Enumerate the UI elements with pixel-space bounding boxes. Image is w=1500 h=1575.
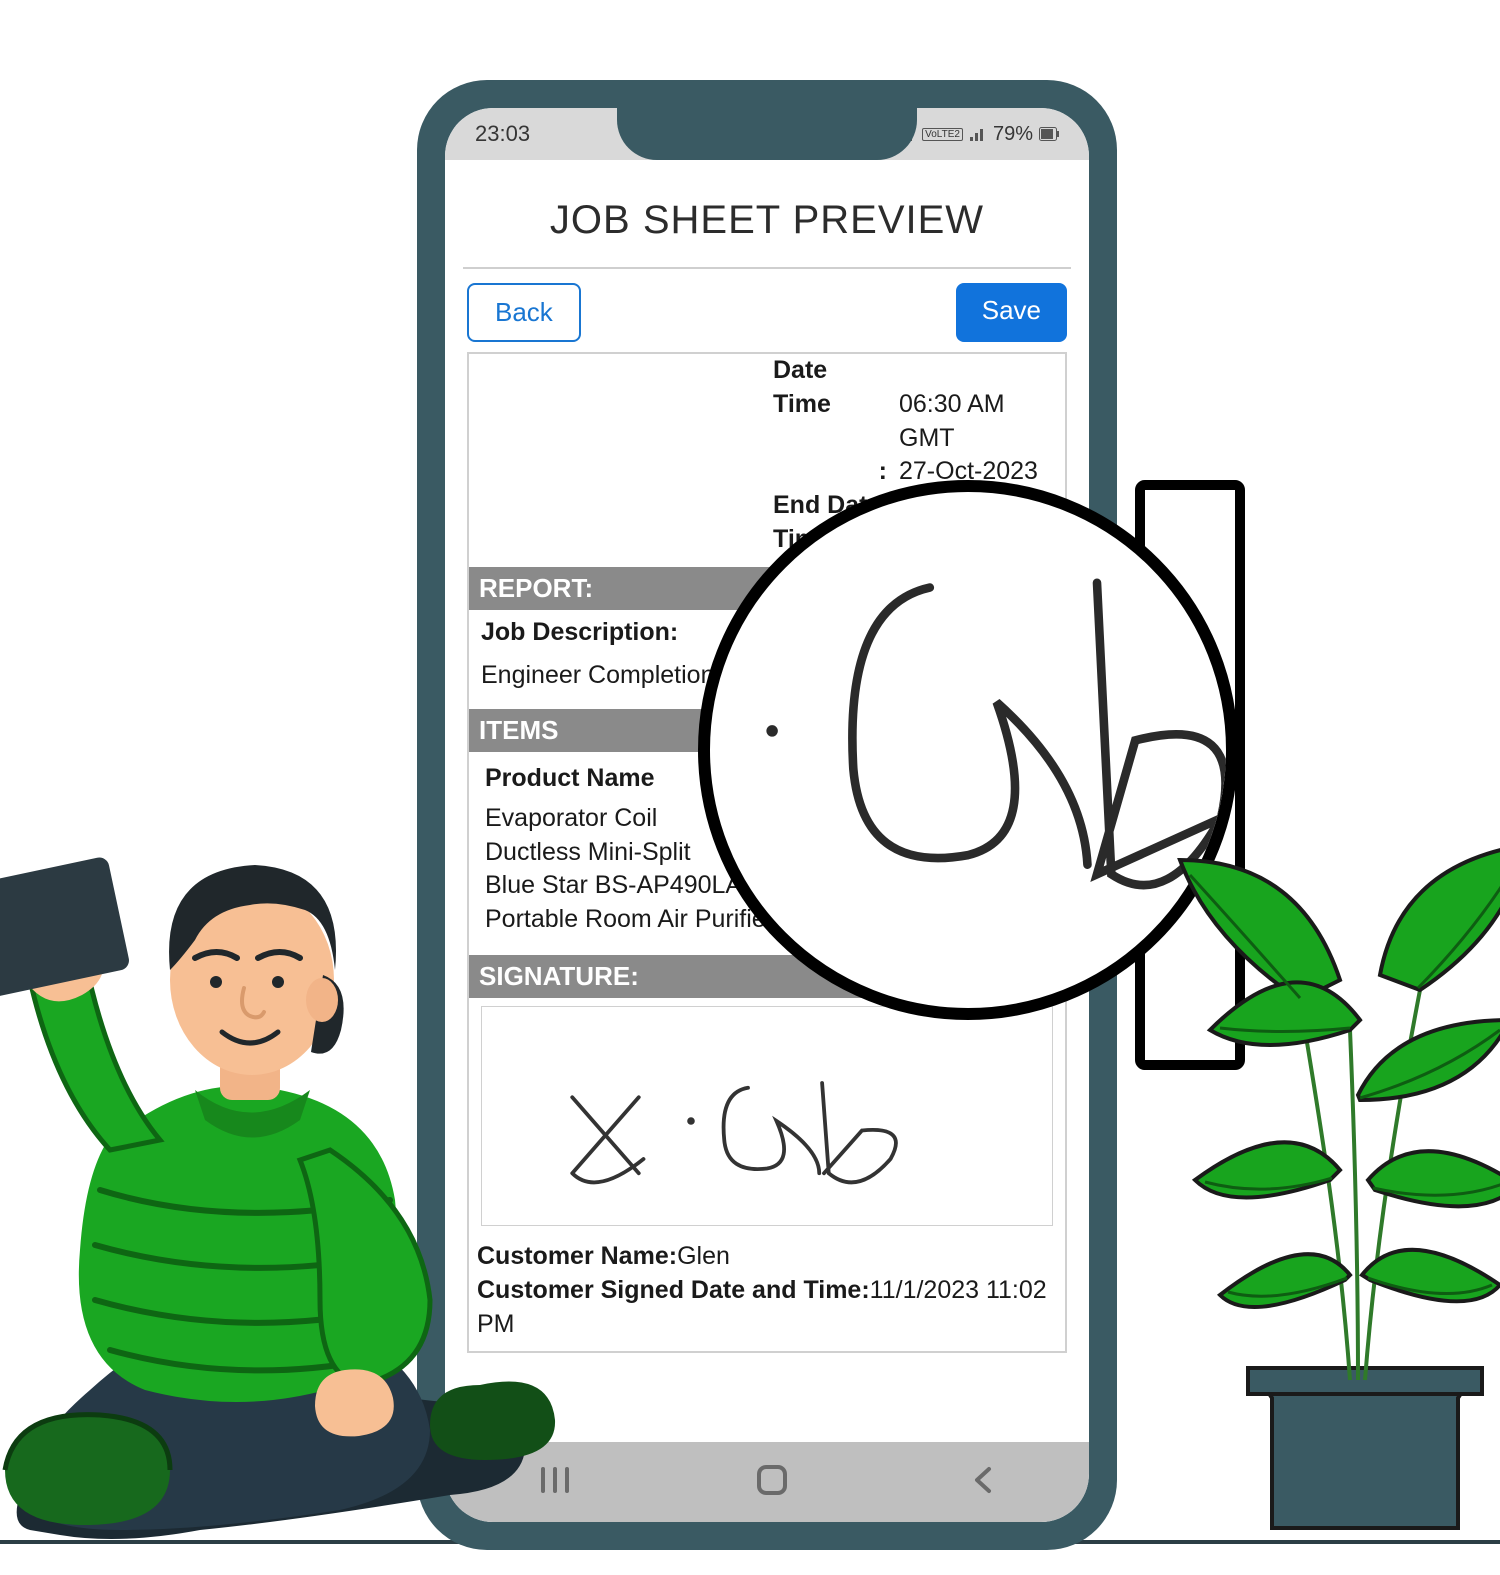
- time-value: 06:30 AM GMT: [899, 388, 1053, 456]
- customer-name-value: Glen: [677, 1242, 730, 1270]
- signature-drawing: [482, 1007, 1052, 1216]
- battery-icon: [1039, 127, 1059, 141]
- magnified-signature: [710, 492, 1226, 1008]
- end-date-colon: :: [773, 455, 893, 489]
- signal-icon-2: [969, 126, 987, 142]
- phone-notch: [617, 108, 917, 160]
- status-time: 23:03: [475, 121, 530, 147]
- person-illustration: [0, 830, 560, 1550]
- carrier-badge: VoLTE2: [922, 128, 963, 141]
- home-button[interactable]: [755, 1463, 789, 1502]
- date-label: Date: [773, 354, 893, 388]
- save-button[interactable]: Save: [956, 283, 1067, 342]
- time-label: Time: [773, 388, 893, 456]
- battery-percent: 79%: [993, 123, 1033, 146]
- button-row: Back Save: [445, 283, 1089, 352]
- divider: [463, 267, 1071, 269]
- signature-box[interactable]: [481, 1006, 1053, 1226]
- back-button[interactable]: Back: [467, 283, 581, 342]
- page-title: JOB SHEET PREVIEW: [445, 160, 1089, 267]
- back-nav-button[interactable]: [969, 1465, 999, 1500]
- plant-illustration: [1150, 820, 1500, 1540]
